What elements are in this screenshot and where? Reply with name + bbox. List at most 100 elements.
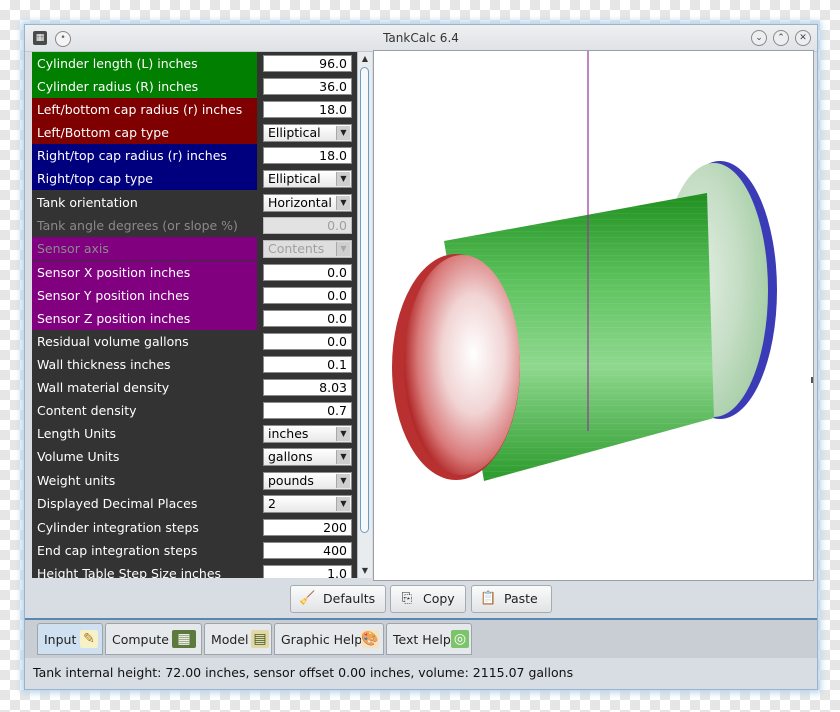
- chevron-down-icon[interactable]: ▼: [336, 450, 350, 464]
- field-label: Tank angle degrees (or slope %): [32, 214, 257, 237]
- chevron-down-icon[interactable]: ▼: [336, 172, 350, 186]
- tank-orientation-select[interactable]: Horizontal ▼: [263, 194, 352, 212]
- left-bottom-cap-radius-r-inches-input[interactable]: 18.0: [263, 101, 352, 118]
- field-label: Right/top cap radius (r) inches: [32, 144, 257, 167]
- copy-button-label: Copy: [423, 591, 455, 606]
- left-bottom-cap-type-select[interactable]: Elliptical ▼: [263, 124, 352, 142]
- field-label: Displayed Decimal Places: [32, 492, 257, 515]
- cylinder-integration-steps-input[interactable]: 200: [263, 519, 352, 536]
- pencil-notepad-icon: ✎: [80, 630, 98, 648]
- defaults-button[interactable]: 🧹 Defaults: [290, 585, 386, 613]
- chevron-down-icon[interactable]: ▼: [336, 196, 350, 210]
- window-title: TankCalc 6.4: [383, 31, 459, 45]
- form-row-sensor-y-position-inches: Sensor Y position inches 0.0: [32, 284, 361, 307]
- tab-model[interactable]: Model ▤: [204, 623, 272, 655]
- cylinder-length-l-inches-input[interactable]: 96.0: [263, 55, 352, 72]
- tab-compute-label: Compute: [112, 632, 170, 647]
- tab-text-help-label: Text Help: [393, 632, 451, 647]
- tab-graphic-help[interactable]: Graphic Help 🎨: [274, 623, 384, 655]
- form-row-tank-orientation: Tank orientation Horizontal ▼: [32, 191, 361, 214]
- field-label: Left/Bottom cap type: [32, 121, 257, 144]
- field-label: Content density: [32, 399, 257, 422]
- status-text: Tank internal height: 72.00 inches, sens…: [33, 665, 574, 680]
- paste-button-label: Paste: [504, 591, 538, 606]
- chevron-down-icon[interactable]: ▼: [336, 474, 350, 488]
- select-value: pounds: [268, 473, 314, 488]
- field-label: Sensor X position inches: [32, 261, 257, 284]
- title-bar[interactable]: ▦ • TankCalc 6.4 ⌄ ⌃ ✕: [25, 25, 817, 52]
- select-value: Horizontal: [268, 195, 332, 210]
- scrollbar-thumb[interactable]: [360, 67, 369, 533]
- field-label: End cap integration steps: [32, 539, 257, 562]
- form-row-tank-angle-degrees-or-slope: Tank angle degrees (or slope %) 0.0: [32, 214, 361, 237]
- end-cap-integration-steps-input[interactable]: 400: [263, 542, 352, 559]
- sensor-z-position-inches-input[interactable]: 0.0: [263, 310, 352, 327]
- field-label: Cylinder integration steps: [32, 516, 257, 539]
- lifebuoy-icon: ◎: [451, 630, 469, 648]
- right-top-cap-radius-r-inches-input[interactable]: 18.0: [263, 147, 352, 164]
- tab-graphic-help-label: Graphic Help: [281, 632, 363, 647]
- chevron-down-icon[interactable]: ▼: [336, 242, 350, 256]
- tab-compute[interactable]: Compute ▦: [105, 623, 202, 655]
- tab-input-label: Input: [44, 632, 77, 647]
- form-scrollbar[interactable]: ▲ ▼: [357, 52, 372, 578]
- form-row-right-top-cap-radius-r-inches: Right/top cap radius (r) inches 18.0: [32, 144, 361, 167]
- scroll-down-arrow-icon[interactable]: ▼: [358, 564, 372, 578]
- form-row-cylinder-length-l-inches: Cylinder length (L) inches 96.0: [32, 52, 361, 75]
- field-label: Left/bottom cap radius (r) inches: [32, 98, 257, 121]
- cylinder-radius-r-inches-input[interactable]: 36.0: [263, 78, 352, 95]
- right-top-cap-type-select[interactable]: Elliptical ▼: [263, 170, 352, 188]
- scroll-up-arrow-icon[interactable]: ▲: [358, 52, 372, 66]
- defaults-button-label: Defaults: [323, 591, 376, 606]
- form-row-height-table-step-size-inches: Height Table Step Size inches 1.0: [32, 562, 361, 578]
- form-row-sensor-x-position-inches: Sensor X position inches 0.0: [32, 261, 361, 284]
- residual-volume-gallons-input[interactable]: 0.0: [263, 333, 352, 350]
- chevron-down-icon[interactable]: ▼: [336, 497, 350, 511]
- form-row-wall-material-density: Wall material density 8.03: [32, 376, 361, 399]
- field-label: Wall thickness inches: [32, 353, 257, 376]
- form-row-weight-units: Weight units pounds ▼: [32, 469, 361, 492]
- chevron-down-icon[interactable]: ▼: [336, 427, 350, 441]
- weight-units-select[interactable]: pounds ▼: [263, 472, 352, 490]
- form-row-content-density: Content density 0.7: [32, 399, 361, 422]
- broom-icon: 🧹: [299, 591, 316, 606]
- tab-input[interactable]: Input ✎: [37, 623, 103, 655]
- sensor-y-position-inches-input[interactable]: 0.0: [263, 287, 352, 304]
- length-units-select[interactable]: inches ▼: [263, 425, 352, 443]
- field-label: Right/top cap type: [32, 167, 257, 190]
- form-row-left-bottom-cap-radius-r-inches: Left/bottom cap radius (r) inches 18.0: [32, 98, 361, 121]
- app-window: ▦ • TankCalc 6.4 ⌄ ⌃ ✕ Cylinder length (…: [24, 24, 818, 690]
- tank-3d-view[interactable]: [373, 50, 814, 581]
- wall-thickness-inches-input[interactable]: 0.1: [263, 356, 352, 373]
- form-row-left-bottom-cap-type: Left/Bottom cap type Elliptical ▼: [32, 121, 361, 144]
- field-label: Cylinder length (L) inches: [32, 52, 257, 75]
- tab-model-label: Model: [211, 632, 249, 647]
- form-row-residual-volume-gallons: Residual volume gallons 0.0: [32, 330, 361, 353]
- sensor-x-position-inches-input[interactable]: 0.0: [263, 264, 352, 281]
- action-button-bar: 🧹 Defaults ⎘ Copy 📋 Paste: [25, 580, 817, 618]
- field-label: Residual volume gallons: [32, 330, 257, 353]
- content-density-input[interactable]: 0.7: [263, 402, 352, 419]
- field-label: Sensor axis: [32, 237, 257, 260]
- copy-button[interactable]: ⎘ Copy: [390, 585, 466, 613]
- wall-material-density-input[interactable]: 8.03: [263, 379, 352, 396]
- field-label: Weight units: [32, 469, 257, 492]
- tank-model-svg: [392, 51, 813, 481]
- tab-text-help[interactable]: Text Help ◎: [386, 623, 472, 655]
- close-button[interactable]: ✕: [795, 30, 811, 46]
- displayed-decimal-places-select[interactable]: 2 ▼: [263, 495, 352, 513]
- select-value: inches: [268, 426, 309, 441]
- form-row-sensor-axis: Sensor axis Contents ▼: [32, 237, 361, 260]
- paste-button[interactable]: 📋 Paste: [471, 585, 552, 613]
- volume-units-select[interactable]: gallons ▼: [263, 448, 352, 466]
- field-label: Sensor Z position inches: [32, 307, 257, 330]
- model-icon: ▤: [251, 630, 269, 648]
- maximize-button[interactable]: ⌃: [773, 30, 789, 46]
- minimize-button[interactable]: ⌄: [751, 30, 767, 46]
- form-row-wall-thickness-inches: Wall thickness inches 0.1: [32, 353, 361, 376]
- height-table-step-size-inches-input[interactable]: 1.0: [263, 565, 352, 578]
- field-label: Wall material density: [32, 376, 257, 399]
- field-label: Height Table Step Size inches: [32, 562, 257, 578]
- field-label: Volume Units: [32, 445, 257, 468]
- chevron-down-icon[interactable]: ▼: [336, 126, 350, 140]
